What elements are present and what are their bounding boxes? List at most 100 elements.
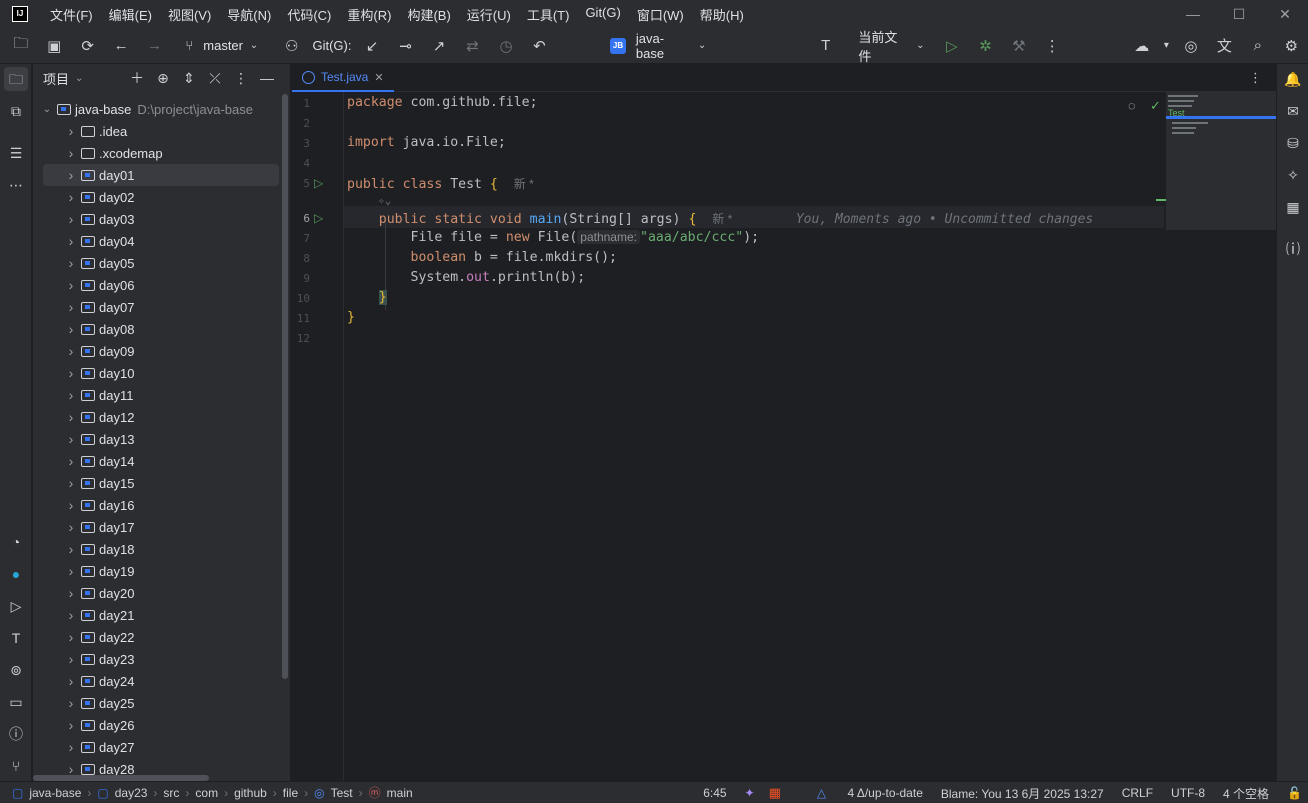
chevron-right-icon[interactable]: ›: [63, 607, 79, 623]
ai-suggest-icon[interactable]: ✧⌄: [378, 194, 391, 207]
tree-item-day12[interactable]: › day12: [43, 406, 279, 428]
chevron-right-icon[interactable]: ›: [63, 585, 79, 601]
breadcrumb-item[interactable]: file: [283, 786, 298, 800]
chevron-down-icon[interactable]: ⌄: [39, 104, 55, 115]
chevron-right-icon[interactable]: ›: [63, 233, 79, 249]
hide-icon[interactable]: —: [254, 70, 280, 86]
chevron-right-icon[interactable]: ›: [63, 189, 79, 205]
menu-edit[interactable]: 编辑(E): [101, 5, 160, 24]
more-icon[interactable]: ⋮: [1036, 37, 1069, 55]
no-problems-check-icon[interactable]: ✓: [1150, 98, 1161, 114]
chevron-right-icon[interactable]: ›: [63, 299, 79, 315]
chevron-right-icon[interactable]: ›: [63, 431, 79, 447]
menu-window[interactable]: 窗口(W): [629, 5, 692, 24]
maven-icon[interactable]: ▦: [1281, 195, 1305, 219]
notifications-icon[interactable]: 🔔: [1281, 67, 1305, 91]
breadcrumb-item[interactable]: main: [387, 786, 413, 800]
search-icon[interactable]: ⌕: [1241, 37, 1274, 54]
chevron-right-icon[interactable]: ›: [63, 651, 79, 667]
tree-item-day11[interactable]: › day11: [43, 384, 279, 406]
tree-item-day22[interactable]: › day22: [43, 626, 279, 648]
line-separator[interactable]: CRLF: [1122, 786, 1153, 800]
lock-icon[interactable]: 🔓: [1287, 786, 1302, 800]
chevron-right-icon[interactable]: ›: [63, 695, 79, 711]
tree-item-day18[interactable]: › day18: [43, 538, 279, 560]
chevron-right-icon[interactable]: ›: [63, 343, 79, 359]
terminal-icon[interactable]: ▭: [4, 690, 28, 714]
project-view-title[interactable]: 项目: [43, 69, 69, 88]
ai-chat-icon[interactable]: ✉: [1281, 99, 1305, 123]
build-icon[interactable]: ⚒: [1002, 37, 1035, 55]
tree-item-day17[interactable]: › day17: [43, 516, 279, 538]
tree-item-day19[interactable]: › day19: [43, 560, 279, 582]
services-icon[interactable]: ⊚: [4, 658, 28, 682]
breadcrumb-item[interactable]: java-base: [29, 786, 81, 800]
hammer-build-icon[interactable]: T: [809, 37, 842, 54]
chevron-right-icon[interactable]: ›: [63, 717, 79, 733]
build-tool-icon[interactable]: T: [4, 626, 28, 650]
sync-icon[interactable]: ⟳: [71, 37, 104, 55]
cursor-position[interactable]: 6:45: [703, 786, 726, 800]
git-blame-status[interactable]: Blame: You 13 6月 2025 13:27: [941, 785, 1104, 802]
problems-icon[interactable]: ⓘ: [4, 722, 28, 746]
plugin-icon[interactable]: ✧: [1281, 163, 1305, 187]
maximize-icon[interactable]: ☐: [1216, 0, 1262, 28]
menu-navigate[interactable]: 导航(N): [219, 5, 279, 24]
windows-icon[interactable]: ▦: [769, 785, 781, 801]
breadcrumb-item[interactable]: day23: [115, 786, 148, 800]
open-folder-icon[interactable]: 🗀: [4, 33, 37, 58]
indent-setting[interactable]: 4 个空格: [1223, 785, 1269, 802]
commit-icon[interactable]: ⊸: [389, 37, 422, 55]
pull-requests-icon[interactable]: ⇄: [456, 37, 489, 55]
chevron-right-icon[interactable]: ›: [63, 365, 79, 381]
tree-item-day01[interactable]: › day01: [43, 164, 279, 186]
back-icon[interactable]: ←: [104, 37, 137, 54]
tree-item-day15[interactable]: › day15: [43, 472, 279, 494]
run-gutter-icon[interactable]: ▷: [314, 176, 323, 190]
chevron-right-icon[interactable]: ›: [63, 167, 79, 183]
add-user-icon[interactable]: ⚇: [275, 37, 308, 55]
chevron-right-icon[interactable]: ›: [63, 563, 79, 579]
vue-icon[interactable]: ●: [4, 562, 28, 586]
menu-run[interactable]: 运行(U): [459, 5, 519, 24]
project-selector[interactable]: JB java-base ⌄: [610, 31, 709, 61]
ai-assistant-side-icon[interactable]: ⒤: [1281, 237, 1305, 261]
tree-item-day23[interactable]: › day23: [43, 648, 279, 670]
tree-item-day26[interactable]: › day26: [43, 714, 279, 736]
breadcrumb-item[interactable]: Test: [331, 786, 353, 800]
menu-build[interactable]: 构建(B): [399, 5, 458, 24]
close-icon[interactable]: ✕: [1262, 0, 1308, 28]
vcs-status[interactable]: △ 4 Δ/up-to-date: [799, 786, 923, 800]
run-config-selector[interactable]: 当前文件 ⌄: [854, 27, 927, 65]
branch-selector[interactable]: ⑂ master ⌄: [179, 38, 261, 53]
tab-test-java[interactable]: Test.java ✕: [292, 64, 394, 92]
reader-mode-icon[interactable]: ◌: [1128, 98, 1136, 113]
commit-tool-icon[interactable]: ⧉: [4, 99, 28, 123]
expand-all-icon[interactable]: ⇕: [176, 70, 202, 87]
tree-item-day20[interactable]: › day20: [43, 582, 279, 604]
chevron-right-icon[interactable]: ›: [63, 541, 79, 557]
tree-item-day21[interactable]: › day21: [43, 604, 279, 626]
chevron-down-icon[interactable]: ▾: [1158, 40, 1174, 51]
menu-file[interactable]: 文件(F): [42, 5, 101, 24]
structure-tool-icon[interactable]: ☰: [4, 141, 28, 165]
save-icon[interactable]: ▣: [37, 37, 70, 55]
database-icon[interactable]: ⛁: [1281, 131, 1305, 155]
menu-tools[interactable]: 工具(T): [519, 5, 578, 24]
chevron-right-icon[interactable]: ›: [63, 629, 79, 645]
chevron-right-icon[interactable]: ›: [63, 453, 79, 469]
translate-icon[interactable]: 文: [1208, 35, 1241, 56]
tree-item-day07[interactable]: › day07: [43, 296, 279, 318]
chevron-right-icon[interactable]: ›: [63, 497, 79, 513]
minimize-icon[interactable]: —: [1170, 0, 1216, 28]
git-tool-icon[interactable]: ⑂: [4, 754, 28, 778]
tab-options-icon[interactable]: ⋮: [1249, 70, 1262, 86]
chevron-right-icon[interactable]: ›: [63, 277, 79, 293]
more-tools-icon[interactable]: ⋯: [4, 173, 28, 197]
tree-item-day08[interactable]: › day08: [43, 318, 279, 340]
tree-item-day04[interactable]: › day04: [43, 230, 279, 252]
run-gutter-icon[interactable]: ▷: [314, 211, 323, 225]
chevron-right-icon[interactable]: ›: [63, 321, 79, 337]
add-icon[interactable]: ＋: [124, 68, 150, 88]
chevron-right-icon[interactable]: ›: [63, 255, 79, 271]
